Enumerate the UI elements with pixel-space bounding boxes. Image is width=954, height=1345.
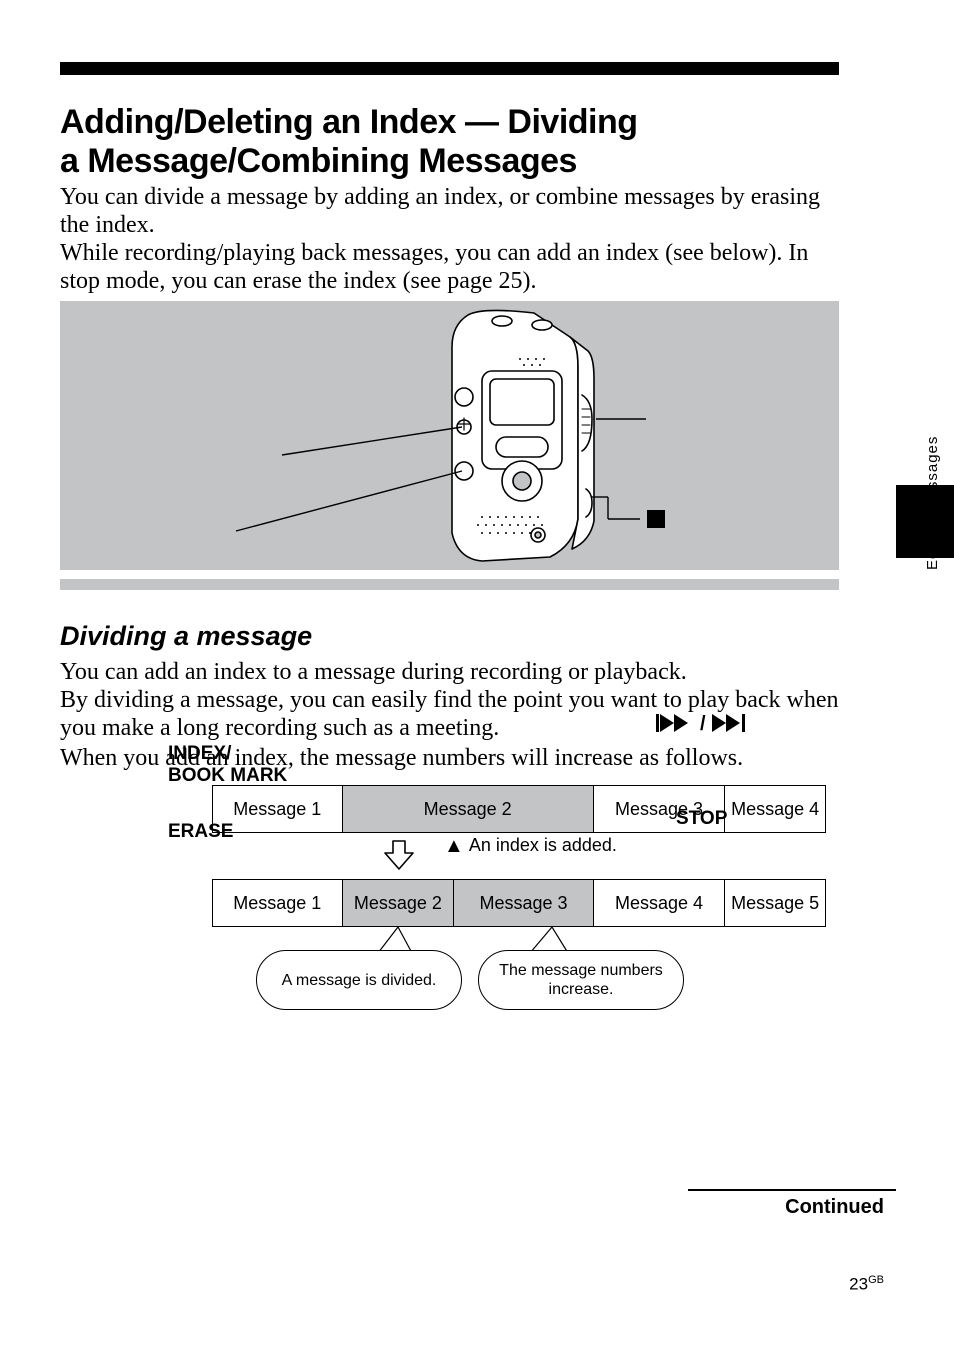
msg-cell: Message 1 (213, 786, 343, 832)
bubble-increase: The message numbers increase. (478, 950, 684, 1010)
msg-cell: Message 2 (343, 786, 594, 832)
msg-cell: Message 4 (594, 880, 726, 926)
continued-label: Continued (785, 1196, 884, 1219)
diagram-row-after: Message 1 Message 2 Message 3 Message 4 … (212, 879, 826, 927)
msg-cell: Message 4 (725, 786, 825, 832)
index-added-marker: ▲ An index is added. (444, 835, 617, 858)
manual-page: Editing Messages Adding/Deleting an Inde… (0, 0, 954, 1345)
device-drawing (438, 309, 596, 564)
subheading-dividing: Dividing a message (60, 621, 312, 652)
msg-cell: Message 5 (725, 880, 825, 926)
down-arrow-icon (382, 839, 416, 873)
page-title-line1: Adding/Deleting an Index — Dividing (60, 103, 638, 142)
continued-rule (688, 1189, 896, 1191)
message-diagram: Message 1 Message 2 Message 3 Message 4 … (198, 785, 838, 1035)
stop-icon (647, 510, 667, 530)
intro-paragraph-1: You can divide a message by adding an in… (60, 183, 840, 239)
page-number: 23GB (849, 1274, 884, 1295)
intro-paragraph-2: While recording/playing back messages, y… (60, 239, 840, 295)
diagram-row-before: Message 1 Message 2 Message 3 Message 4 (212, 785, 826, 833)
side-section-label: Editing Messages (924, 283, 942, 723)
msg-cell: Message 1 (213, 880, 343, 926)
device-illustration: INDEX/ BOOK MARK ERASE STOP / (60, 301, 839, 570)
index-added-text: An index is added. (469, 835, 617, 855)
bubble-divided: A message is divided. (256, 950, 462, 1010)
page-number-value: 23 (849, 1275, 868, 1294)
body-paragraph-1: You can add an index to a message during… (60, 658, 850, 742)
body-paragraph-2: When you add an index, the message numbe… (60, 744, 850, 772)
page-number-suffix: GB (868, 1274, 884, 1286)
top-rule (60, 62, 839, 75)
illustration-underbar (60, 579, 839, 590)
msg-cell: Message 3 (454, 880, 594, 926)
page-title-line2: a Message/Combining Messages (60, 142, 577, 181)
msg-cell: Message 2 (343, 880, 455, 926)
msg-cell: Message 3 (594, 786, 726, 832)
